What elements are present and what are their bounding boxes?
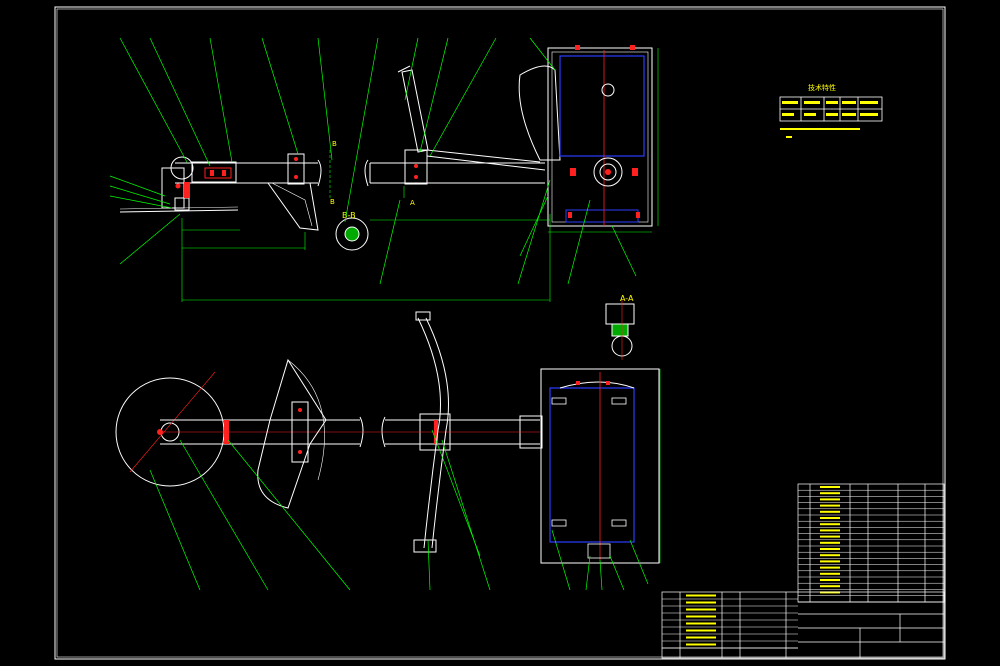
- section-aa-detail: A-A: [605, 294, 635, 360]
- parts-row-glyphs: [820, 572, 840, 575]
- drawing-frame: [54, 6, 946, 660]
- title-row-glyphs: [686, 629, 716, 632]
- parts-row-glyphs: [820, 566, 840, 569]
- title-row-glyphs: [686, 594, 716, 597]
- parts-row-glyphs: [820, 510, 840, 513]
- parts-row-glyphs: [820, 579, 840, 581]
- parts-row-glyphs: [820, 535, 840, 538]
- parts-row-glyphs: [820, 529, 840, 532]
- side-elevation-view: B-B B B A: [109, 37, 659, 302]
- parts-row-glyphs: [820, 554, 840, 557]
- tech-spec-title: 技术特性: [808, 83, 836, 92]
- parts-row-glyphs: [820, 504, 840, 507]
- parts-row-glyphs: [820, 585, 840, 588]
- title-block: [661, 591, 945, 659]
- parts-row-glyphs: [820, 560, 840, 563]
- section-bb-label: B-B: [342, 211, 356, 220]
- parts-row-glyphs: [820, 517, 840, 519]
- parts-row-glyphs: [820, 492, 840, 495]
- parts-row-glyphs: [820, 541, 840, 544]
- tech-spec-table: 技术特性: [779, 83, 883, 138]
- cad-drawing: B-B B B A A-A 技术特性: [54, 6, 946, 660]
- title-row-glyphs: [686, 601, 716, 604]
- section-mark-b-bottom: B: [330, 198, 335, 206]
- title-row-glyphs: [686, 608, 716, 611]
- plan-view: [115, 311, 661, 591]
- title-row-glyphs: [686, 622, 716, 625]
- parts-list: [797, 483, 945, 603]
- title-row-glyphs: [686, 615, 716, 618]
- title-row-glyphs: [686, 636, 716, 639]
- parts-row-glyphs: [820, 498, 840, 501]
- parts-row-glyphs: [820, 486, 840, 488]
- parts-row-glyphs: [820, 548, 840, 550]
- section-mark-b-top: B: [332, 140, 337, 148]
- parts-row-glyphs: [820, 523, 840, 526]
- section-mark-a: A: [410, 199, 415, 207]
- title-row-glyphs: [686, 643, 716, 646]
